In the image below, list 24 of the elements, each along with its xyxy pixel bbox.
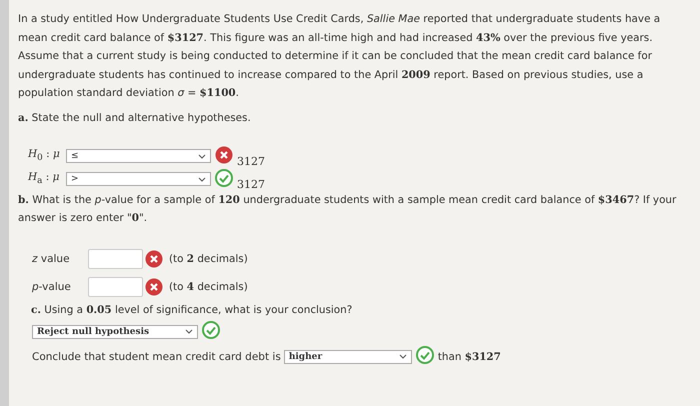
dropdown[interactable]: ≤ <box>66 149 211 163</box>
hint-text: (to 4 decimals) <box>169 280 248 292</box>
hypothesis-label: H$_{a}$ : μ <box>28 171 60 187</box>
problem-text: In a study entitled How Undergraduate Students Use Credit Cards, Sallie Mae reported that undergraduate students have a mean credit card balance of $3127. This figure was an all-time high and had increased 43% over the previous five years. Assume that a current study is being conducted to determine if it can be concluded that the mean credit card balance for undergraduate students has continued to increase compared to the April 2009 report. Based on previous studies, use a population standard deviation σ = $1100. <box>18 12 662 101</box>
chevron-down-icon <box>398 354 407 359</box>
field-label: z value <box>32 252 71 264</box>
hint-text: (to 2 decimals) <box>169 252 248 264</box>
chevron-down-icon <box>185 329 193 334</box>
question-text: a. State the null and alternative hypotheses. <box>18 110 252 126</box>
chevron-down-icon <box>198 176 206 182</box>
chevron-down-icon <box>198 154 206 158</box>
question-text: b. What is the p-value for a sample of 120 undergraduate students with a sample mean credit card balance of $3467? If your answer is zero enter "0". <box>18 192 678 226</box>
hypothesis-value: 3127 <box>237 178 265 190</box>
hypothesis-value: 3127 <box>237 154 265 168</box>
dropdown[interactable]: Reject null hypothesis <box>32 324 198 338</box>
dropdown[interactable]: > <box>66 172 211 186</box>
hypothesis-label: H$_{0}$ : μ <box>28 148 61 164</box>
field-label: p-value <box>32 280 72 292</box>
conclusion-text: Conclude that student mean credit card debt is <box>32 350 281 362</box>
input-field[interactable] <box>88 276 143 296</box>
dropdown[interactable]: higher <box>284 350 412 364</box>
input-field[interactable] <box>88 248 143 268</box>
conclusion-suffix: than $3127 <box>438 350 501 362</box>
question-text: c. Using a 0.05 level of significance, what is your conclusion? <box>31 302 354 318</box>
